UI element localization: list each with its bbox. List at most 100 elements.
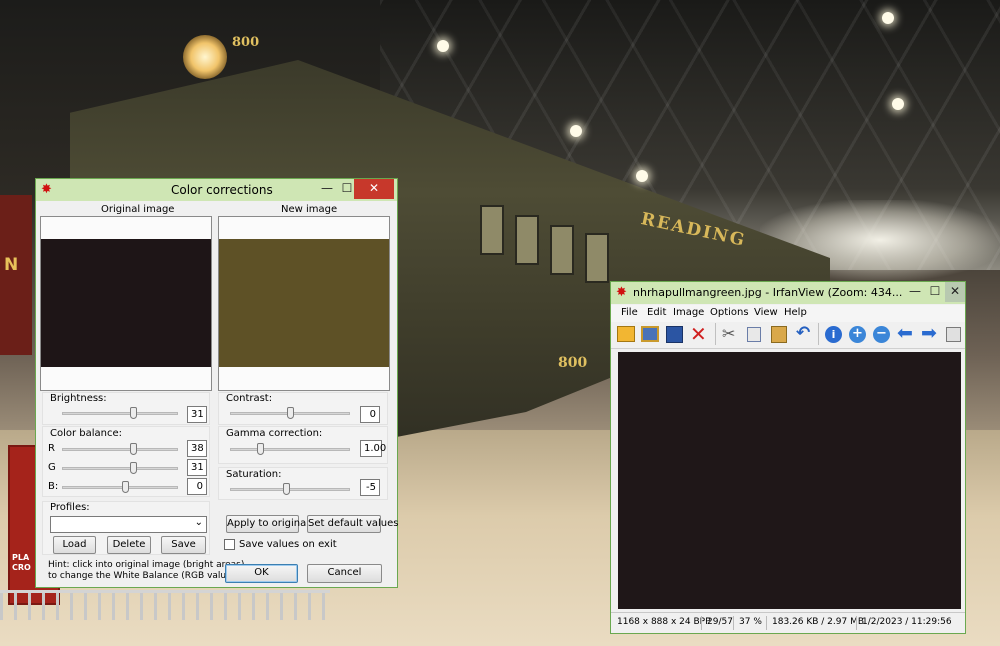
status-bar: 1168 x 888 x 24 BPP 29/57 37 % 183.26 KB… xyxy=(611,612,965,633)
ceiling-light xyxy=(570,125,582,137)
green-label: G xyxy=(48,462,56,473)
load-button[interactable]: Load xyxy=(53,536,96,554)
dialog-titlebar[interactable]: ✸ Color corrections — ☐ ✕ xyxy=(36,179,397,201)
status-separator xyxy=(701,616,702,630)
green-slider-thumb[interactable] xyxy=(130,462,138,474)
green-slider-track[interactable] xyxy=(62,467,178,470)
apply-to-original-button[interactable]: Apply to original xyxy=(226,515,309,533)
delete-button[interactable]: Delete xyxy=(107,536,151,554)
viewer-title: nhrhapullmangreen.jpg - IrfanView (Zoom:… xyxy=(633,286,903,299)
car-number-top: 800 xyxy=(232,35,260,50)
close-button[interactable]: ✕ xyxy=(945,282,965,302)
toolbar-separator xyxy=(715,323,716,345)
paste-icon[interactable] xyxy=(771,326,787,343)
displayed-image[interactable] xyxy=(618,352,961,609)
thumbnails-icon[interactable] xyxy=(641,326,659,342)
brightness-slider-thumb[interactable] xyxy=(130,407,138,419)
red-value-field[interactable]: 38 xyxy=(187,440,207,457)
status-index: 29/57 xyxy=(707,617,733,627)
blue-value-field[interactable]: 0 xyxy=(187,478,207,495)
irfanview-logo-icon: ✸ xyxy=(616,285,627,300)
ceiling-light xyxy=(892,98,904,110)
menu-file[interactable]: File xyxy=(621,307,638,318)
blue-slider-track[interactable] xyxy=(62,486,178,489)
gamma-slider-thumb[interactable] xyxy=(256,443,264,455)
status-zoom: 37 % xyxy=(739,617,762,627)
blue-slider-thumb[interactable] xyxy=(122,481,130,493)
train-headlamp xyxy=(183,35,227,79)
status-separator xyxy=(766,616,767,630)
contrast-label: Contrast: xyxy=(226,393,273,404)
maximize-button[interactable]: ☐ xyxy=(925,282,945,302)
train-window xyxy=(515,215,539,265)
toolbar-separator xyxy=(818,323,819,345)
red-car xyxy=(0,195,32,355)
new-image-frame xyxy=(218,216,390,391)
train-window xyxy=(550,225,574,275)
red-slider-track[interactable] xyxy=(62,448,178,451)
delete-icon[interactable]: ✕ xyxy=(690,322,707,346)
green-value-field[interactable]: 31 xyxy=(187,459,207,476)
red-slider-thumb[interactable] xyxy=(130,443,138,455)
open-icon[interactable] xyxy=(617,326,635,342)
set-default-values-button[interactable]: Set default values xyxy=(307,515,399,533)
close-button[interactable]: ✕ xyxy=(354,179,394,199)
zoom-in-icon[interactable]: + xyxy=(849,326,866,343)
save-icon[interactable] xyxy=(666,326,683,343)
previous-icon[interactable]: ⬅ xyxy=(897,322,913,344)
save-on-exit-label: Save values on exit xyxy=(239,539,337,550)
blue-label: B: xyxy=(48,481,59,492)
platform-fence xyxy=(0,590,330,620)
platform-sign-text: PLA CRO xyxy=(12,553,31,572)
saturation-slider-thumb[interactable] xyxy=(282,483,290,495)
next-icon[interactable]: ➡ xyxy=(921,322,937,344)
brightness-slider-track[interactable] xyxy=(62,412,178,415)
contrast-slider-thumb[interactable] xyxy=(286,407,294,419)
status-datetime: 1/2/2023 / 11:29:56 xyxy=(862,617,952,627)
white-balance-hint: Hint: click into original image (bright … xyxy=(48,560,244,581)
menu-help[interactable]: Help xyxy=(784,307,807,318)
save-on-exit-checkbox[interactable] xyxy=(224,539,235,550)
new-image-label: New image xyxy=(281,204,338,215)
slideshow-icon[interactable] xyxy=(946,327,961,342)
ceiling-light xyxy=(882,12,894,24)
gamma-slider-track[interactable] xyxy=(230,448,350,451)
train-window xyxy=(585,233,609,283)
zoom-out-icon[interactable]: − xyxy=(873,326,890,343)
gamma-label: Gamma correction: xyxy=(226,428,323,439)
red-label: R xyxy=(48,443,55,454)
image-area[interactable] xyxy=(611,349,965,612)
red-car-text: N xyxy=(4,255,19,275)
info-icon[interactable]: i xyxy=(825,326,842,343)
chevron-down-icon: ⌄ xyxy=(194,517,203,528)
color-balance-label: Color balance: xyxy=(50,428,123,439)
menu-view[interactable]: View xyxy=(754,307,778,318)
cut-icon[interactable]: ✂ xyxy=(722,324,735,343)
profiles-dropdown[interactable]: ⌄ xyxy=(50,516,207,533)
original-image-preview[interactable] xyxy=(41,239,211,367)
irfanview-window: ✸ nhrhapullmangreen.jpg - IrfanView (Zoo… xyxy=(610,281,966,634)
ceiling-light xyxy=(437,40,449,52)
menu-edit[interactable]: Edit xyxy=(647,307,666,318)
menu-image[interactable]: Image xyxy=(673,307,704,318)
original-image-frame[interactable] xyxy=(40,216,212,391)
undo-icon[interactable]: ↶ xyxy=(796,323,810,343)
status-separator xyxy=(733,616,734,630)
saturation-value-field[interactable]: -5 xyxy=(360,479,380,496)
brightness-value-field[interactable]: 31 xyxy=(187,406,207,423)
irfanview-logo-icon: ✸ xyxy=(41,182,52,197)
ok-button[interactable]: OK xyxy=(225,564,298,583)
status-dimensions: 1168 x 888 x 24 BPP xyxy=(617,617,711,627)
copy-icon[interactable] xyxy=(747,327,761,342)
viewer-titlebar[interactable]: ✸ nhrhapullmangreen.jpg - IrfanView (Zoo… xyxy=(611,282,965,304)
profiles-label: Profiles: xyxy=(50,502,90,513)
menu-options[interactable]: Options xyxy=(710,307,749,318)
saturation-slider-track[interactable] xyxy=(230,488,350,491)
save-button[interactable]: Save xyxy=(161,536,206,554)
minimize-button[interactable]: — xyxy=(905,282,925,302)
contrast-value-field[interactable]: 0 xyxy=(360,406,380,423)
car-number-side: 800 xyxy=(558,355,588,371)
cancel-button[interactable]: Cancel xyxy=(307,564,382,583)
brightness-label: Brightness: xyxy=(50,393,107,404)
gamma-value-field[interactable]: 1.00 xyxy=(360,440,386,457)
